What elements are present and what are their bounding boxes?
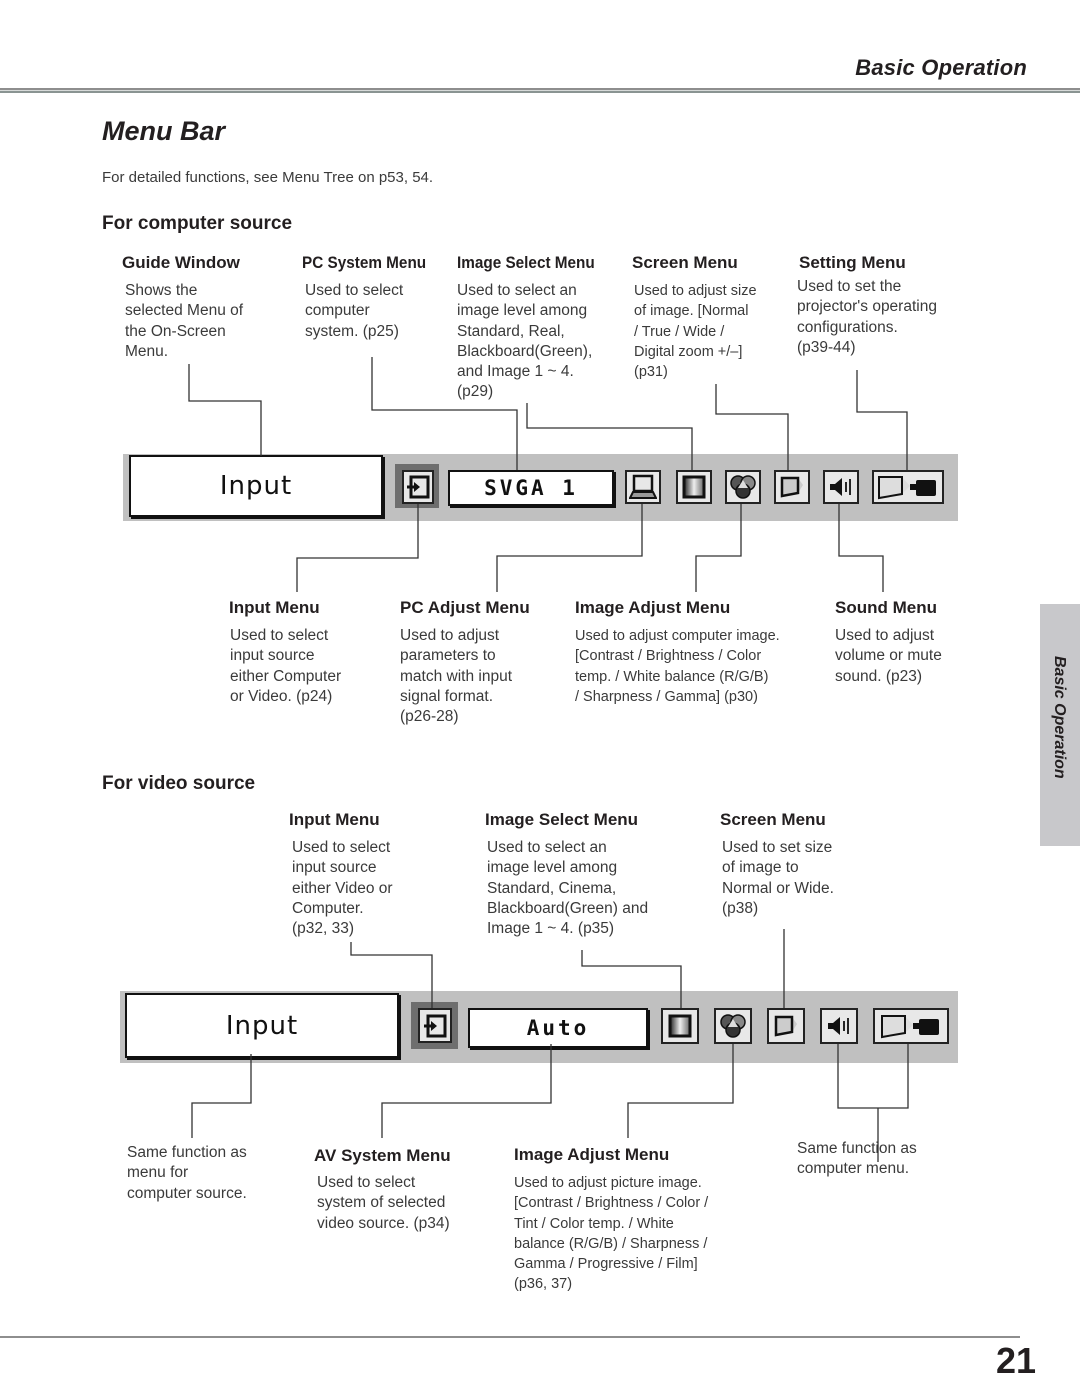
connector-image-adjust <box>695 504 742 592</box>
footer-divider <box>0 1336 1020 1338</box>
connector-screen <box>715 384 789 470</box>
connector-guide-window <box>188 364 262 456</box>
callout-connector-lines <box>188 357 909 1162</box>
connector-video-sound-setting <box>837 1044 909 1109</box>
connector-input-menu <box>296 504 419 592</box>
page-number: 21 <box>995 1340 1036 1381</box>
connector-av-system <box>381 1044 552 1138</box>
connector-setting <box>856 370 908 470</box>
connector-video-image-select <box>581 950 682 1008</box>
connector-image-select <box>526 403 693 470</box>
connector-pc-system <box>371 357 518 470</box>
connector-video-input <box>350 942 433 1008</box>
connector-pc-adjust <box>496 504 643 592</box>
connector-video-image-adjust <box>627 1044 734 1138</box>
connector-sound <box>838 504 884 592</box>
connector-video-guide <box>191 1054 252 1138</box>
